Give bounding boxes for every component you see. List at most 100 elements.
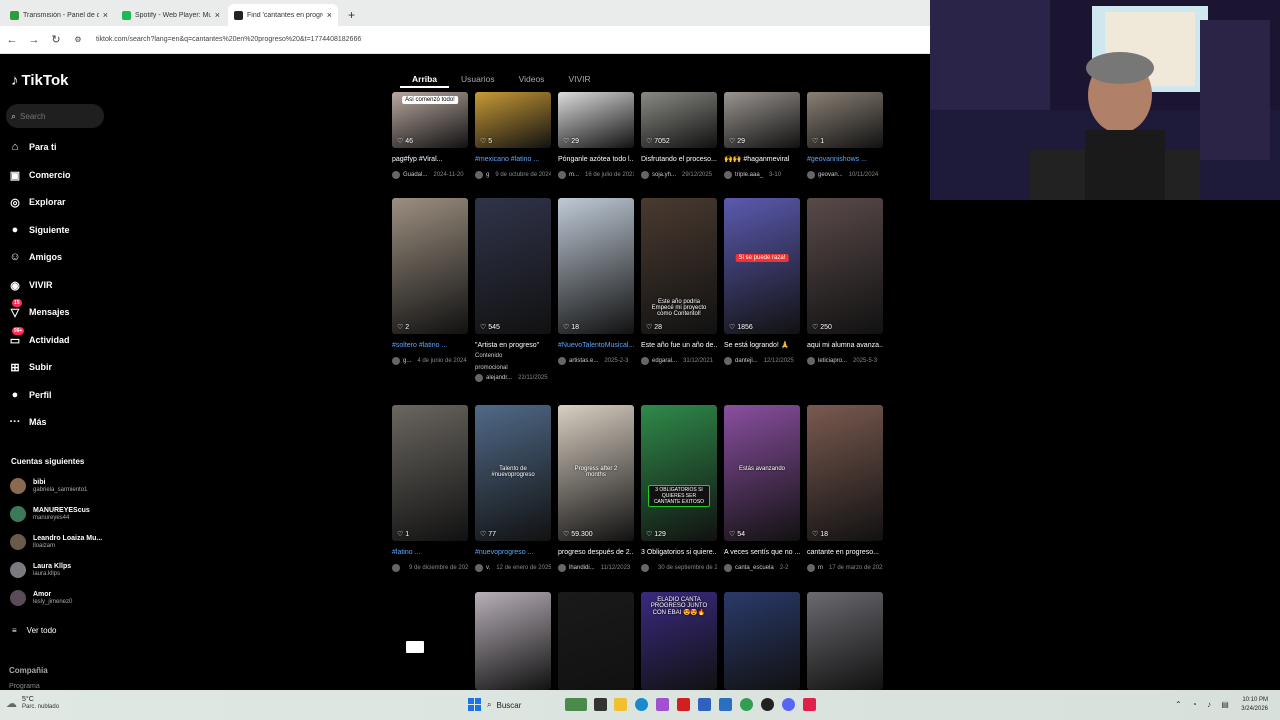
video-thumbnail[interactable]: ♡ 18 [807, 405, 883, 541]
video-author[interactable]: triple.aaa_ [735, 171, 763, 179]
app-icon[interactable] [656, 698, 669, 711]
video-card[interactable]: ♡ 29 🙌🙌 #haganmeviral triple.aaa_ 3-10 [724, 92, 800, 179]
avatar[interactable] [558, 357, 566, 365]
tab-usuarios[interactable]: Usuarios [449, 72, 507, 88]
video-caption[interactable]: #nuevoprogreso ... [475, 548, 551, 557]
video-thumbnail[interactable]: ♡ 29 [724, 92, 800, 148]
back-icon[interactable]: ← [6, 34, 18, 46]
video-thumbnail[interactable]: ♡ 1 [392, 405, 468, 541]
avatar[interactable] [475, 374, 483, 382]
avatar[interactable] [641, 171, 649, 179]
video-card[interactable]: 3 OBLIGATORIOS SI QUIERES SER CANTANTE E… [641, 405, 717, 572]
video-author[interactable]: leticiapro... [818, 357, 847, 365]
video-caption[interactable]: Disfrutando el proceso... [641, 155, 717, 164]
video-card[interactable]: ♡ 1 #geovannishows ... geovan... 10/11/2024 [807, 92, 883, 179]
sidebar-item-vivir[interactable]: ◉ VIVIR [8, 277, 52, 293]
video-card[interactable] [724, 592, 800, 690]
avatar[interactable] [807, 171, 815, 179]
video-caption[interactable]: "Artista en progreso" [475, 341, 551, 350]
video-caption[interactable]: Se está logrando! 🙏 [724, 341, 800, 350]
sidebar-item-actividad[interactable]: ▭ 99+ Actividad [8, 327, 70, 348]
tab-vivir[interactable]: VIVIR [556, 72, 602, 88]
video-thumbnail[interactable]: ♡ 29 [558, 92, 634, 148]
avatar[interactable] [807, 357, 815, 365]
video-card[interactable]: ♡ 7052 Disfrutando el proceso... soja.yh..… [641, 92, 717, 179]
video-card[interactable]: ♡ 18 cantante en progreso... m 17 de marzo … [807, 405, 883, 572]
video-thumbnail[interactable]: ♡ 5 [475, 92, 551, 148]
avatar[interactable] [558, 564, 566, 572]
video-thumbnail[interactable]: ♡ 1 [807, 92, 883, 148]
video-author[interactable]: canta_escuela [735, 564, 774, 572]
store-icon[interactable] [698, 698, 711, 711]
video-caption[interactable]: #NuevoTalentoMusical... [558, 341, 634, 350]
video-author[interactable]: g [486, 171, 489, 179]
video-caption[interactable]: A veces sentís que no ... [724, 548, 800, 557]
video-card[interactable]: Progress after 2 months ♡ 59.300 progreso … [558, 405, 634, 572]
video-caption[interactable]: #mexicano #latino ... [475, 155, 551, 164]
red-app-icon[interactable] [677, 698, 690, 711]
tiktok-logo[interactable]: ♪ TikTok [11, 72, 68, 89]
following-account[interactable]: bibi gabriela_sarmiento1 [10, 478, 87, 494]
close-icon[interactable]: × [215, 10, 220, 20]
video-card[interactable]: ♡ 250 aqui mi alumna avanza... leticiapro.… [807, 198, 883, 365]
tiktok-app-icon[interactable] [803, 698, 816, 711]
video-caption[interactable]: 🙌🙌 #haganmeviral [724, 155, 800, 164]
video-thumbnail[interactable] [558, 592, 634, 690]
tab-arriba[interactable]: Arriba [400, 72, 450, 88]
video-card[interactable]: ♡ 545 "Artista en progreso" Contenido promo… [475, 198, 551, 382]
video-caption[interactable]: #soltero #latino ... [392, 341, 468, 350]
avatar[interactable] [475, 171, 483, 179]
video-author[interactable]: alejandr... [486, 374, 512, 382]
tab-videos[interactable]: Videos [507, 72, 557, 88]
following-account[interactable]: Amor lesly_jimenez0 [10, 590, 72, 606]
video-thumbnail[interactable]: ♡ 7052 [641, 92, 717, 148]
forward-icon[interactable]: → [28, 34, 40, 46]
weather-widget[interactable]: ☁ 5°C Parc. nublado [6, 696, 59, 710]
video-author[interactable]: lhandidi... [569, 564, 595, 572]
following-account[interactable]: Leandro Loaiza Mu... lloaizam [10, 534, 102, 550]
video-caption[interactable]: Pónganle azótea todo l... [558, 155, 634, 164]
avatar[interactable] [392, 357, 400, 365]
sidebar-item-perfil[interactable]: ● Perfil [8, 387, 52, 403]
video-card[interactable]: ♡ 18 #NuevoTalentoMusical... artistas.e...… [558, 198, 634, 365]
video-caption[interactable]: aqui mi alumna avanza... [807, 341, 883, 350]
video-thumbnail[interactable]: ♡ 545 [475, 198, 551, 334]
video-caption[interactable]: #latino ... [392, 548, 468, 557]
video-thumbnail[interactable]: ♡ 250 [807, 198, 883, 334]
video-author[interactable]: artistas.e... [569, 357, 598, 365]
sidebar-item-siguiente[interactable]: ● Siguiente [8, 222, 70, 238]
video-card[interactable]: ♡ 2 #soltero #latino ... g... 4 de junio de… [392, 198, 468, 365]
video-thumbnail[interactable]: Si se puede raza! ♡ 1856 [724, 198, 800, 334]
video-card[interactable]: Estás avanzando ♡ 54 A veces sentís que no… [724, 405, 800, 572]
clock[interactable]: 10:10 PM 3/24/2026 [1241, 696, 1268, 714]
video-author[interactable]: danteji... [735, 357, 758, 365]
video-author[interactable]: m... [569, 171, 579, 179]
sidebar-item-subir[interactable]: ⊞ Subir [8, 359, 52, 375]
video-thumbnail[interactable] [475, 592, 551, 690]
video-caption[interactable]: Este año fue un año de... [641, 341, 717, 350]
sidebar-item-comercio[interactable]: ▣ Comercio [8, 167, 71, 183]
chrome-icon[interactable] [740, 698, 753, 711]
video-card[interactable]: Si se puede raza! ♡ 1856 Se está logrando!… [724, 198, 800, 365]
video-thumbnail[interactable]: ♡ 2 [392, 198, 468, 334]
avatar[interactable] [558, 171, 566, 179]
video-author[interactable]: v. [486, 564, 490, 572]
video-caption[interactable]: #geovannishows ... [807, 155, 883, 164]
browser-tab[interactable]: Spotify - Web Player: Music for × [116, 4, 226, 26]
taskbar-search[interactable]: ⌕ Buscar [487, 695, 559, 715]
video-thumbnail[interactable]: ELADIO CANTA PROGRESO JUNTO CON EBAI 😍😍🔥 [641, 592, 717, 690]
video-card[interactable]: ♡ 1 #latino ... 9 de diciembre de 2024 [392, 405, 468, 572]
avatar[interactable] [724, 564, 732, 572]
avatar[interactable] [724, 357, 732, 365]
video-caption[interactable]: pag#fyp #Viral... [392, 155, 468, 164]
company-link[interactable]: Compañía [9, 666, 48, 675]
tray-icons[interactable]: ⌃ ◔ ♪ ▤ [1175, 700, 1233, 709]
new-tab-button[interactable]: + [340, 4, 363, 26]
program-link[interactable]: Programa [9, 683, 40, 690]
sidebar-item-amigos[interactable]: ☺ Amigos [8, 249, 62, 265]
avatar[interactable] [392, 171, 400, 179]
video-thumbnail[interactable]: Estás avanzando ♡ 54 [724, 405, 800, 541]
windows-start-icon[interactable] [468, 698, 481, 711]
video-thumbnail[interactable]: Así comenzó todo! ♡ 46 [392, 92, 468, 148]
video-card[interactable] [475, 592, 551, 690]
